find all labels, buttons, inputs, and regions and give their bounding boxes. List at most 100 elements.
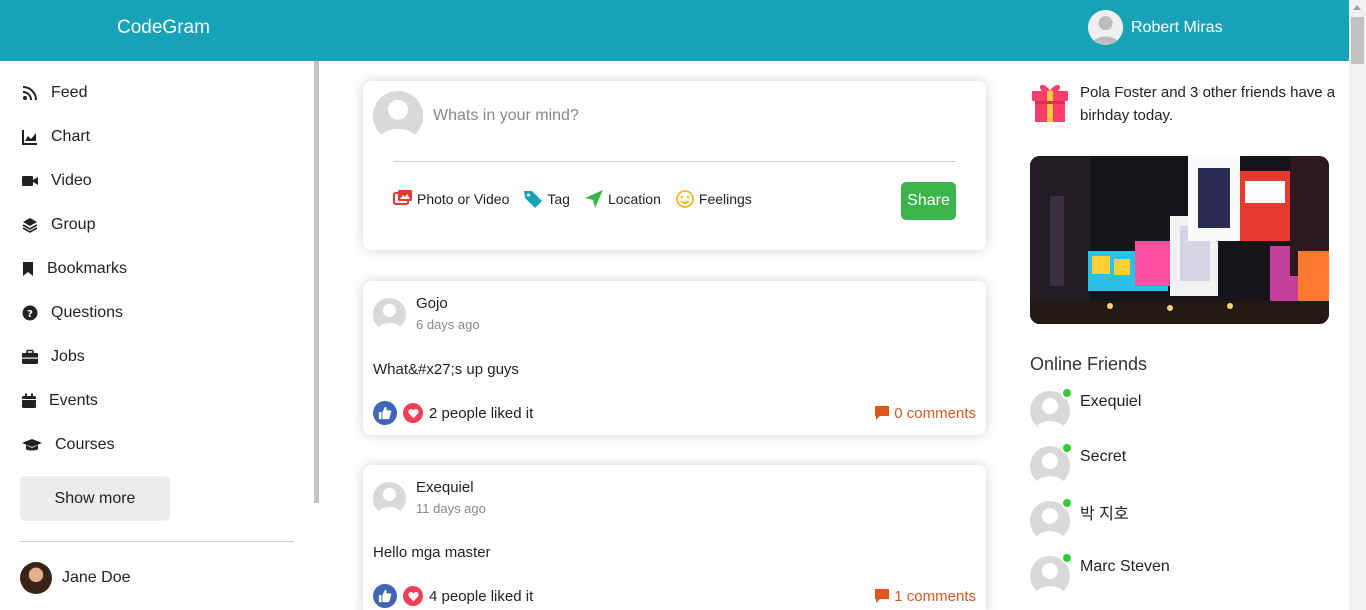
friend-name[interactable]: Marc Steven xyxy=(1080,558,1170,576)
sidebar-item-label: Jobs xyxy=(51,348,85,365)
online-friend[interactable]: Secret xyxy=(1030,442,1126,486)
share-avatar xyxy=(373,91,423,141)
scrollbar-thumb[interactable] xyxy=(1351,17,1364,64)
rss-icon xyxy=(20,83,40,103)
post-time: 6 days ago xyxy=(416,317,480,332)
graduation-cap-icon xyxy=(20,435,44,455)
online-friend[interactable]: Exequiel xyxy=(1030,387,1141,431)
post-card: Exequiel 11 days ago Hello mga master 4 … xyxy=(363,465,986,610)
option-location[interactable]: Location xyxy=(584,189,661,209)
post-time: 11 days ago xyxy=(416,501,486,516)
sidebar-item-questions[interactable]: ? Questions xyxy=(20,303,123,323)
sidebar-item-courses[interactable]: Courses xyxy=(20,435,115,455)
comments-count[interactable]: 0 comments xyxy=(894,405,976,422)
post-avatar[interactable] xyxy=(373,482,406,515)
post-author[interactable]: Exequiel xyxy=(416,479,486,496)
user-name[interactable]: Robert Miras xyxy=(1131,19,1223,37)
page-scrollbar[interactable] xyxy=(1349,0,1366,610)
share-divider xyxy=(393,161,956,162)
online-friends-title: Online Friends xyxy=(1030,354,1148,374)
friend-name[interactable]: Secret xyxy=(1080,448,1126,466)
friend-name[interactable]: 박 지호 xyxy=(1080,500,1129,524)
online-indicator xyxy=(1061,387,1073,399)
chart-icon xyxy=(20,127,40,147)
ad-image[interactable] xyxy=(1030,156,1329,324)
friend-name[interactable]: Jane Doe xyxy=(62,569,131,587)
share-options: Photo or Video Tag Location Feelings xyxy=(393,189,766,209)
heart-icon[interactable] xyxy=(403,586,423,606)
bookmark-icon xyxy=(20,259,36,279)
comment-icon xyxy=(875,589,890,603)
birthday-notice: Pola Foster and 3 other friends have a b… xyxy=(1030,81,1340,127)
sidebar-item-feed[interactable]: Feed xyxy=(20,83,87,103)
post-text: Hello mga master xyxy=(373,544,491,561)
sidebar-item-jobs[interactable]: Jobs xyxy=(20,347,85,367)
scroll-up-arrow-icon[interactable] xyxy=(1353,5,1361,10)
share-input[interactable]: Whats in your mind? xyxy=(433,107,579,125)
online-friend[interactable]: 박 지호 xyxy=(1030,497,1129,541)
user-avatar[interactable] xyxy=(1088,10,1123,45)
gift-icon xyxy=(1032,84,1068,122)
comments-link[interactable]: 1 comments xyxy=(874,588,976,605)
sidebar-item-label: Chart xyxy=(51,128,91,145)
post-avatar[interactable] xyxy=(373,298,406,331)
sidebar-item-chart[interactable]: Chart xyxy=(20,127,90,147)
show-more-button[interactable]: Show more xyxy=(20,476,170,521)
share-card: Whats in your mind? Photo or Video Tag L… xyxy=(363,81,986,250)
sidebar-item-label: Feed xyxy=(51,84,88,101)
sidebar-item-events[interactable]: Events xyxy=(20,391,98,411)
online-indicator xyxy=(1061,442,1073,454)
option-label: Feelings xyxy=(698,191,752,207)
option-label: Location xyxy=(607,191,661,207)
comments-link[interactable]: 0 comments xyxy=(874,405,976,422)
post-footer: 4 people liked it 1 comments xyxy=(373,584,976,608)
sidebar-item-video[interactable]: Video xyxy=(20,171,92,191)
post-author[interactable]: Gojo xyxy=(416,295,480,312)
post-text: What&#x27;s up guys xyxy=(373,361,519,378)
thumbs-up-icon[interactable] xyxy=(373,401,397,425)
location-icon xyxy=(584,190,603,208)
option-photo-video[interactable]: Photo or Video xyxy=(393,189,509,209)
online-indicator xyxy=(1061,497,1073,509)
svg-text:?: ? xyxy=(27,309,33,320)
post-card: Gojo 6 days ago What&#x27;s up guys 2 pe… xyxy=(363,281,986,435)
sidebar-item-label: Group xyxy=(51,216,96,233)
smile-icon xyxy=(675,190,694,208)
likes-count: 2 people liked it xyxy=(429,404,534,422)
sidebar-divider xyxy=(20,541,294,542)
share-button[interactable]: Share xyxy=(901,182,956,220)
option-feelings[interactable]: Feelings xyxy=(675,189,752,209)
post-likes: 2 people liked it xyxy=(373,401,533,425)
sidebar-item-label: Questions xyxy=(51,304,124,321)
birthday-text: Pola Foster and 3 other friends have a b… xyxy=(1080,84,1336,124)
friend-name[interactable]: Exequiel xyxy=(1080,393,1141,411)
online-friend[interactable]: Marc Steven xyxy=(1030,552,1170,596)
friend-avatar[interactable] xyxy=(20,562,52,594)
sidebar-item-group[interactable]: Group xyxy=(20,215,95,235)
briefcase-icon xyxy=(20,347,40,367)
sidebar-item-label: Courses xyxy=(55,436,115,453)
sidebar-item-label: Events xyxy=(49,392,98,409)
app-logo[interactable]: CodeGram xyxy=(117,17,210,39)
option-tag[interactable]: Tag xyxy=(523,189,570,209)
post-likes: 4 people liked it xyxy=(373,584,533,608)
times-square-image xyxy=(1030,156,1329,324)
online-indicator xyxy=(1061,552,1073,564)
sidebar-item-bookmarks[interactable]: Bookmarks xyxy=(20,259,127,279)
sidebar-friend[interactable]: Jane Doe xyxy=(20,562,131,594)
likes-count: 4 people liked it xyxy=(429,587,534,605)
photo-icon xyxy=(393,190,412,205)
thumbs-up-icon[interactable] xyxy=(373,584,397,608)
tag-icon xyxy=(524,191,543,208)
comments-count[interactable]: 1 comments xyxy=(894,588,976,605)
sidebar-item-label: Video xyxy=(51,172,92,189)
question-icon: ? xyxy=(20,303,40,323)
heart-icon[interactable] xyxy=(403,403,423,423)
comment-icon xyxy=(875,406,890,420)
post-header: Gojo 6 days ago xyxy=(373,295,480,332)
sidebar-scrollbar[interactable] xyxy=(314,61,319,503)
option-label: Photo or Video xyxy=(417,191,510,207)
user-menu[interactable]: Robert Miras xyxy=(1088,10,1223,45)
calendar-icon xyxy=(20,391,38,411)
sidebar: Feed Chart Video Group Bookmarks ? Quest… xyxy=(0,61,314,610)
